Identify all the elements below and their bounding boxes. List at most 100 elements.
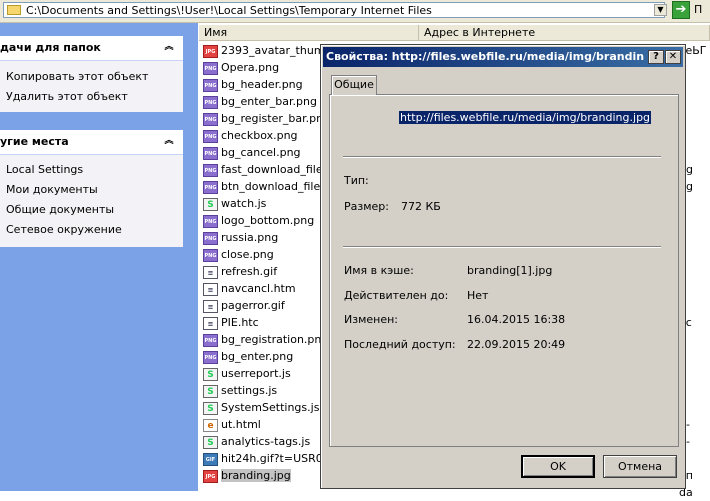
place-local-settings[interactable]: Local Settings	[0, 160, 183, 180]
file-row[interactable]: JPG branding.jpg	[203, 467, 291, 484]
cancel-button[interactable]: Отмена	[603, 455, 677, 478]
file-name: bg_header.png	[221, 78, 303, 91]
last-access-label: Последний доступ:	[344, 338, 456, 351]
file-row[interactable]: Ssettings.js	[203, 382, 277, 399]
file-row[interactable]: PNG bg_enter.png	[203, 348, 293, 365]
png-file-icon: PNG	[203, 163, 218, 177]
file-name: Opera.png	[221, 61, 280, 74]
file-row[interactable]: PNG fast_download_file.p	[203, 161, 333, 178]
file-row[interactable]: PNG bg_enter_bar.png	[203, 93, 317, 110]
file-row[interactable]: ≡ PIE.htc	[203, 314, 259, 331]
png-file-icon: PNG	[203, 350, 218, 364]
close-button[interactable]: ✕	[665, 50, 681, 64]
cache-name-value: branding[1].jpg	[467, 264, 553, 277]
file-row[interactable]: PNG btn_download_file.p	[203, 178, 331, 195]
place-shared-documents[interactable]: Общие документы	[0, 200, 183, 220]
type-label: Тип:	[344, 174, 369, 187]
file-row[interactable]: Swatch.js	[203, 195, 266, 212]
separator	[343, 246, 661, 248]
file-row[interactable]: PNG checkbox.png	[203, 127, 298, 144]
file-row[interactable]: PNG russia.png	[203, 229, 278, 246]
png-file-icon: PNG	[203, 61, 218, 75]
copy-item-link[interactable]: Копировать этот объект	[0, 67, 183, 87]
file-name: checkbox.png	[221, 129, 298, 142]
png-file-icon: PNG	[203, 129, 218, 143]
file-tasks-title: дачи для папок	[0, 41, 101, 54]
other-places-header[interactable]: угие места ︽	[0, 130, 183, 155]
file-row[interactable]: ≡ pagerror.gif	[203, 297, 285, 314]
doc-file-icon: ≡	[203, 265, 218, 279]
file-name: bg_register_bar.png	[221, 112, 331, 125]
file-name: bg_cancel.png	[221, 146, 301, 159]
js-file-icon: S	[203, 435, 218, 449]
properties-dialog: Свойства: http://files.webfile.ru/media/…	[320, 44, 686, 489]
modified-value: 16.04.2015 16:38	[467, 313, 566, 326]
file-row[interactable]: e ut.html	[203, 416, 261, 433]
dialog-title-bar[interactable]: Свойства: http://files.webfile.ru/media/…	[323, 47, 683, 67]
separator	[343, 156, 661, 158]
png-file-icon: PNG	[203, 231, 218, 245]
file-row[interactable]: PNG logo_bottom.png	[203, 212, 314, 229]
file-name: bg_enter.png	[221, 350, 294, 363]
modified-label: Изменен:	[344, 313, 399, 326]
file-name: 2393_avatar_thumb	[221, 44, 332, 57]
file-name: btn_download_file.p	[221, 180, 331, 193]
file-name: SystemSettings.js	[221, 401, 320, 414]
file-row[interactable]: PNG bg_cancel.png	[203, 144, 301, 161]
place-network[interactable]: Сетевое окружение	[0, 220, 183, 240]
tab-general[interactable]: Общие	[331, 75, 377, 95]
ok-button[interactable]: OK	[521, 455, 595, 478]
file-row[interactable]: PNG bg_register_bar.png	[203, 110, 330, 127]
file-name: logo_bottom.png	[221, 214, 315, 227]
size-label: Размер:	[344, 200, 389, 213]
file-row[interactable]: Suserreport.js	[203, 365, 291, 382]
go-label[interactable]: П	[694, 3, 702, 16]
html-file-icon: e	[203, 418, 218, 432]
file-row[interactable]: PNG bg_header.png	[203, 76, 303, 93]
file-row[interactable]: ≡ refresh.gif	[203, 263, 277, 280]
png-file-icon: PNG	[203, 248, 218, 262]
file-row[interactable]: S SystemSettings.js	[203, 399, 319, 416]
file-row[interactable]: ≡ navcancl.htm	[203, 280, 296, 297]
jpg-file-icon: JPG	[203, 469, 218, 483]
file-row[interactable]: GIF hit24h.gif?t=USR000	[203, 450, 337, 467]
doc-file-icon: ≡	[203, 316, 218, 330]
file-row[interactable]: JPG 2393_avatar_thumb	[203, 42, 332, 59]
doc-file-icon: ≡	[203, 299, 218, 313]
collapse-chevron-icon[interactable]: ︽	[163, 41, 175, 53]
address-field[interactable]: C:\Documents and Settings\!User!\Local S…	[3, 2, 667, 18]
column-header-address[interactable]: Адрес в Интернете	[419, 25, 710, 41]
file-name: PIE.htc	[221, 316, 259, 329]
help-button[interactable]: ?	[648, 50, 664, 64]
go-arrow-icon[interactable]: ➔	[672, 1, 690, 19]
gif-file-icon: GIF	[203, 452, 218, 466]
collapse-chevron-icon[interactable]: ︽	[163, 135, 175, 147]
js-file-icon: S	[203, 197, 218, 211]
cache-name-label: Имя в кэше:	[344, 264, 414, 277]
address-path: C:\Documents and Settings\!User!\Local S…	[26, 4, 432, 17]
column-header-name[interactable]: Имя	[199, 25, 419, 41]
js-file-icon: S	[203, 384, 218, 398]
file-name: close.png	[221, 248, 274, 261]
file-name: analytics-tags.js	[221, 435, 311, 448]
png-file-icon: PNG	[203, 180, 218, 194]
png-file-icon: PNG	[203, 333, 218, 347]
delete-item-link[interactable]: Удалить этот объект	[0, 87, 183, 107]
file-row[interactable]: PNG bg_registration.png	[203, 331, 328, 348]
dialog-title: Свойства: http://files.webfile.ru/media/…	[326, 50, 644, 63]
valid-until-value: Нет	[467, 289, 489, 302]
task-pane: дачи для папок ︽ Копировать этот объект …	[0, 23, 198, 491]
file-row[interactable]: Sanalytics-tags.js	[203, 433, 310, 450]
file-tasks-header[interactable]: дачи для папок ︽	[0, 36, 183, 61]
url-field[interactable]: http://files.webfile.ru/media/img/brandi…	[399, 111, 652, 124]
address-bar: C:\Documents and Settings\!User!\Local S…	[0, 0, 710, 23]
file-name: settings.js	[221, 384, 278, 397]
place-my-documents[interactable]: Мои документы	[0, 180, 183, 200]
folder-icon	[7, 5, 21, 15]
file-row[interactable]: PNG Opera.png	[203, 59, 279, 76]
png-file-icon: PNG	[203, 95, 218, 109]
js-file-icon: S	[203, 401, 218, 415]
file-name: refresh.gif	[221, 265, 278, 278]
address-dropdown-button[interactable]: ▼	[654, 4, 667, 16]
file-row[interactable]: PNG close.png	[203, 246, 274, 263]
